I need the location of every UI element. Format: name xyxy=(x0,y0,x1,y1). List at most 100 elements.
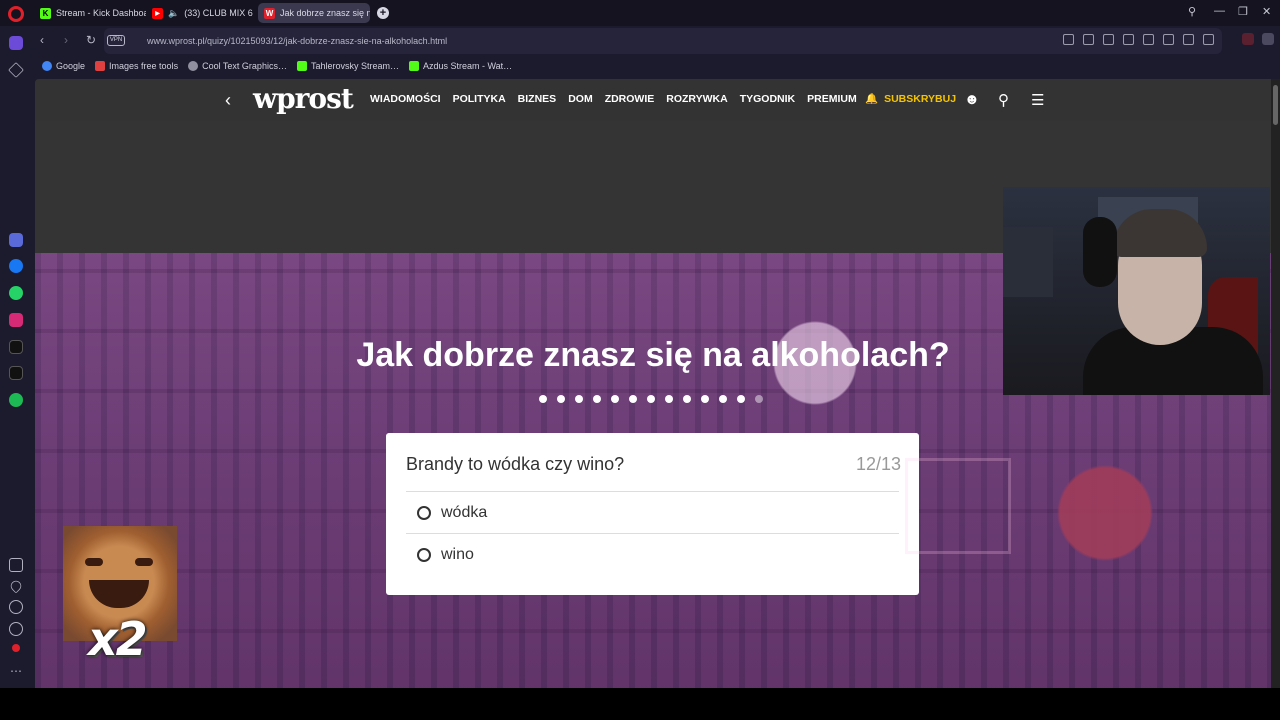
close-window-button[interactable]: ✕ xyxy=(1262,5,1271,18)
bookmark-label: Azdus Stream - Wat… xyxy=(422,61,513,71)
menu-icon[interactable] xyxy=(1183,34,1194,45)
forward-icon[interactable]: › xyxy=(64,33,68,47)
share-icon[interactable] xyxy=(1063,34,1074,45)
bookmark-label: Tahlerovsky Stream… xyxy=(310,61,399,71)
back-arrow-icon[interactable]: ‹ xyxy=(225,90,237,110)
progress-dot xyxy=(719,395,727,403)
progress-dot xyxy=(539,395,547,403)
tab-youtube-club-mix[interactable]: ▶ 🔈 (33) CLUB MIX 6 | NA… xyxy=(146,3,256,23)
answer-option-wino[interactable]: wino xyxy=(406,533,899,575)
opera-logo-icon[interactable] xyxy=(8,6,24,22)
url-text[interactable]: www.wprost.pl/quizy/10215093/12/jak-dobr… xyxy=(147,36,447,46)
emote-eye xyxy=(135,558,153,566)
menu-item-wiadomosci[interactable]: WIADOMOŚCI xyxy=(370,93,441,105)
progress-dot xyxy=(683,395,691,403)
menu-item-dom[interactable]: DOM xyxy=(568,93,593,105)
browser-sidebar: ⋯ xyxy=(0,26,32,688)
answer-option-wodka[interactable]: wódka xyxy=(406,491,899,533)
progress-dot xyxy=(665,395,673,403)
kick-favicon-icon: K xyxy=(40,7,51,19)
shield-icon[interactable] xyxy=(1103,34,1114,45)
download-icon[interactable] xyxy=(1163,34,1174,45)
question-counter: 12/13 xyxy=(855,454,901,474)
menu-item-zdrowie[interactable]: ZDROWIE xyxy=(605,93,655,105)
progress-dot xyxy=(593,395,601,403)
instagram-icon[interactable] xyxy=(9,313,23,327)
user-icon[interactable]: ☻ xyxy=(964,91,980,108)
radio-icon[interactable] xyxy=(417,547,431,562)
address-bar[interactable]: VPN www.wprost.pl/quizy/10215093/12/jak-… xyxy=(104,28,1222,54)
heart-icon[interactable] xyxy=(8,578,24,594)
wprost-favicon-icon: W xyxy=(264,7,275,19)
menu-item-premium[interactable]: PREMIUM xyxy=(807,93,857,105)
progress-dot xyxy=(701,395,709,403)
home-icon[interactable] xyxy=(9,36,23,50)
page-scrollbar[interactable] xyxy=(1271,79,1280,688)
update-icon[interactable] xyxy=(12,644,20,652)
play-icon[interactable] xyxy=(1123,34,1134,45)
profile-icon[interactable] xyxy=(1203,34,1214,45)
bookmark-google[interactable]: Google xyxy=(42,61,85,71)
menu-item-polityka[interactable]: POLITYKA xyxy=(453,93,506,105)
browser-window: K Stream - Kick Dashboard ▶ 🔈 (33) CLUB … xyxy=(0,0,1280,688)
more-options-icon[interactable]: ⋯ xyxy=(10,664,22,678)
radio-icon[interactable] xyxy=(417,505,431,520)
bookmark-tahlerovsky[interactable]: Tahlerovsky Stream… xyxy=(296,61,399,71)
back-icon[interactable]: ‹ xyxy=(40,33,44,47)
tab-kick-dashboard[interactable]: K Stream - Kick Dashboard xyxy=(34,3,146,23)
bookmark-label: Google xyxy=(56,61,86,71)
extension-badge-icon[interactable] xyxy=(1242,33,1254,45)
progress-dot xyxy=(575,395,583,403)
address-tools xyxy=(1063,34,1214,45)
scrollbar-thumb[interactable] xyxy=(1273,85,1278,125)
whatsapp-icon[interactable] xyxy=(9,286,23,300)
messenger-icon[interactable] xyxy=(9,259,23,273)
bookmark-label: Cool Text Graphics… xyxy=(202,61,287,71)
progress-dot xyxy=(755,395,763,403)
settings-icon[interactable] xyxy=(9,622,23,636)
taskbar-strip xyxy=(0,688,1280,720)
menu-item-tygodnik[interactable]: TYGODNIK xyxy=(740,93,795,105)
kick-icon xyxy=(296,61,307,71)
subscribe-button[interactable]: 🔔 SUBSKRYBUJ xyxy=(865,92,956,106)
hamburger-menu-icon[interactable]: ☰ xyxy=(1031,91,1044,109)
cool-text-icon xyxy=(188,61,199,71)
x-twitter-icon[interactable] xyxy=(9,366,23,380)
search-icon[interactable]: ⚲ xyxy=(998,91,1009,109)
progress-dot xyxy=(557,395,565,403)
answer-label: wódka xyxy=(441,503,488,521)
address-row: ‹ › ↻ VPN www.wprost.pl/quizy/10215093/1… xyxy=(32,27,1280,55)
restore-button[interactable]: ❐ xyxy=(1238,5,1248,18)
search-tabs-icon[interactable]: ⚲ xyxy=(1188,5,1196,18)
aria-icon[interactable] xyxy=(9,233,23,247)
emote-mouth xyxy=(89,580,149,608)
tiktok-icon[interactable] xyxy=(9,340,23,354)
vpn-badge[interactable]: VPN xyxy=(107,35,125,46)
workspaces-icon[interactable] xyxy=(9,558,23,572)
site-logo[interactable]: wprost xyxy=(253,82,354,115)
bookmark-azdus[interactable]: Azdus Stream - Wat… xyxy=(408,61,513,71)
site-header: ‹ wprost WIADOMOŚCI POLITYKA BIZNES DOM … xyxy=(35,79,1271,121)
menu-item-rozrywka[interactable]: ROZRYWKA xyxy=(666,93,727,105)
bookmark-cool-text[interactable]: Cool Text Graphics… xyxy=(188,61,287,71)
bookmark-label: Images free tools xyxy=(109,61,179,71)
answer-label: wino xyxy=(441,545,474,563)
tab-title: Stream - Kick Dashboard xyxy=(56,8,146,18)
star-icon[interactable] xyxy=(8,62,24,78)
minimize-button[interactable]: — xyxy=(1214,5,1225,17)
extensions-cube-icon[interactable] xyxy=(1262,33,1274,45)
progress-dot xyxy=(611,395,619,403)
reload-icon[interactable]: ↻ xyxy=(86,33,96,47)
camera-icon[interactable] xyxy=(1083,34,1094,45)
bookmarks-bar: Google Images free tools Cool Text Graph… xyxy=(32,55,1280,77)
bookmark-images-free-tools[interactable]: Images free tools xyxy=(95,61,178,71)
spotify-icon[interactable] xyxy=(9,393,23,407)
tab-wprost-quiz[interactable]: W Jak dobrze znasz się na al… xyxy=(258,3,370,23)
webcam-headphones xyxy=(1083,217,1117,287)
heart-icon[interactable] xyxy=(1143,34,1154,45)
history-icon[interactable] xyxy=(9,600,23,614)
speaker-icon[interactable]: 🔈 xyxy=(168,8,179,19)
extensions xyxy=(1242,33,1274,45)
new-tab-button[interactable]: + xyxy=(377,7,389,19)
menu-item-biznes[interactable]: BIZNES xyxy=(518,93,557,105)
